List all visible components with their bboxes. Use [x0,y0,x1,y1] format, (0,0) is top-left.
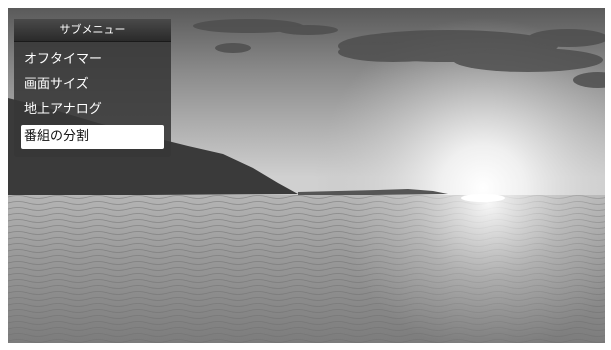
menu-item-program-split[interactable]: 番組の分割 [21,125,164,149]
menu-item-off-timer[interactable]: オフタイマー [21,48,164,72]
menu-item-terrestrial-analog[interactable]: 地上アナログ [21,98,164,122]
tv-screen: サブメニュー オフタイマー 画面サイズ 地上アナログ 番組の分割 [8,8,605,343]
menu-item-screen-size[interactable]: 画面サイズ [21,73,164,97]
submenu-title: サブメニュー [14,19,171,42]
submenu-panel: サブメニュー オフタイマー 画面サイズ 地上アナログ 番組の分割 [14,19,171,157]
